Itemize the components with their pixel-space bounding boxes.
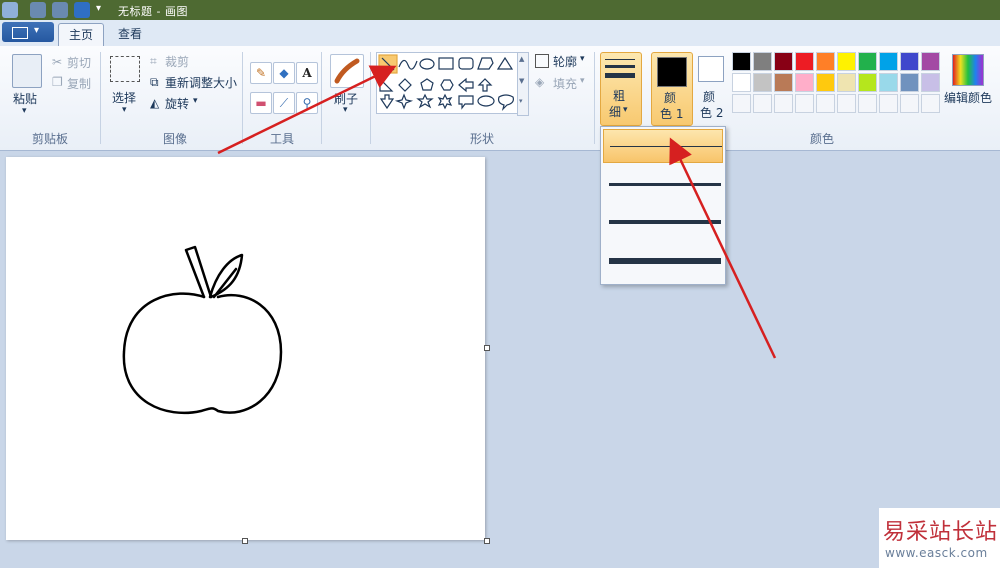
watermark: 易采站长站 www.easck.com [879,508,1000,568]
arrow-to-size-option [669,137,777,359]
annotation-arrows [217,65,777,359]
watermark-url: www.easck.com [885,546,988,560]
watermark-title: 易采站长站 [883,520,999,545]
arrow-to-line-tool [217,65,397,155]
